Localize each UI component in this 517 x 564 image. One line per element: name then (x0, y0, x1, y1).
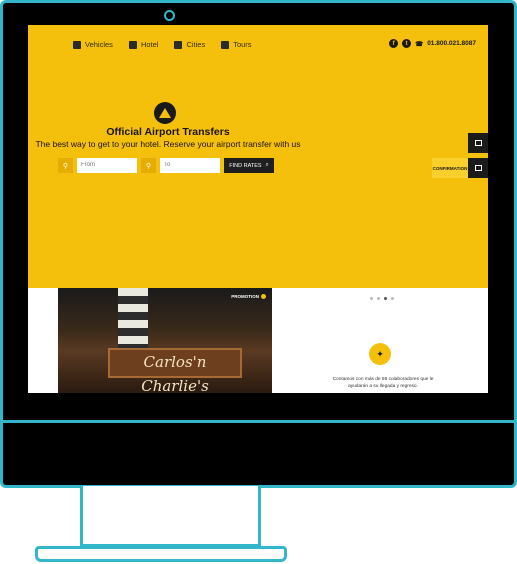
carousel-dot[interactable] (391, 297, 394, 300)
carousel-dot[interactable] (377, 297, 380, 300)
carousel-dots (370, 297, 394, 300)
hotel-icon (128, 40, 137, 49)
to-input[interactable] (160, 158, 220, 173)
city-icon (174, 40, 183, 49)
logo (154, 102, 176, 124)
phone-icon: ☎ (415, 40, 424, 48)
hero-subtitle: The best way to get to your hotel. Reser… (35, 139, 301, 149)
screen: Vehicles Hotel Cities Tours f t ☎ 01.800… (28, 25, 488, 393)
from-input[interactable] (77, 158, 137, 173)
promotion-label: PROMOTION (231, 294, 259, 299)
nav-item-tours[interactable]: Tours (221, 40, 252, 49)
carousel-dot[interactable] (370, 297, 373, 300)
nav-label: Hotel (140, 40, 159, 49)
hero-section: Vehicles Hotel Cities Tours f t ☎ 01.800… (28, 25, 488, 288)
mail-icon (474, 140, 482, 146)
search-icon: ⌕ (265, 162, 269, 168)
lighthouse-graphic (118, 288, 148, 348)
email-tab[interactable] (468, 133, 488, 153)
facebook-icon[interactable]: f (389, 39, 399, 48)
feature-text: Contamos con más de 88 colaboradores que… (332, 377, 434, 389)
nav-label: Tours (233, 40, 252, 49)
monitor-foot (35, 546, 287, 562)
search-bar: ⚲ ⚲ FIND RATES ⌕ (58, 158, 274, 173)
main-nav: Vehicles Hotel Cities Tours (73, 40, 252, 49)
promo-dot-icon (261, 294, 266, 299)
confirmation-tab[interactable] (468, 158, 488, 178)
twitter-icon[interactable]: t (402, 39, 412, 48)
confirmation-label[interactable]: CONFIRMATION (432, 158, 468, 178)
bus-icon (73, 40, 81, 49)
carousel-dot-active[interactable] (384, 297, 387, 300)
car-warning-icon (159, 108, 171, 118)
calendar-icon (474, 165, 482, 171)
monitor-stand (80, 486, 261, 547)
find-rates-button[interactable]: FIND RATES ⌕ (224, 158, 274, 173)
nav-item-cities[interactable]: Cities (174, 40, 205, 49)
phone-number[interactable]: 01.800.021.8087 (427, 40, 476, 47)
nav-label: Vehicles (85, 40, 113, 49)
monitor-chin (0, 420, 517, 423)
staff-icon: ✦ (369, 343, 391, 365)
nav-label: Cities (186, 40, 206, 49)
camera-icon (164, 10, 175, 21)
location-pin-icon: ⚲ (141, 158, 156, 173)
promo-sign: Carlos'n Charlie's (108, 348, 242, 393)
nav-item-vehicles[interactable]: Vehicles (73, 40, 113, 49)
promotion-badge: PROMOTION (231, 294, 266, 299)
header-contact: f t ☎ 01.800.021.8087 (389, 39, 476, 48)
nav-item-hotel[interactable]: Hotel (128, 40, 159, 49)
find-rates-label: FIND RATES (229, 162, 262, 169)
location-pin-icon: ⚲ (58, 158, 73, 173)
hero-title: Official Airport Transfers (106, 126, 230, 138)
tours-icon (221, 40, 230, 49)
promotion-image[interactable]: Carlos'n Charlie's PROMOTION (58, 288, 272, 393)
